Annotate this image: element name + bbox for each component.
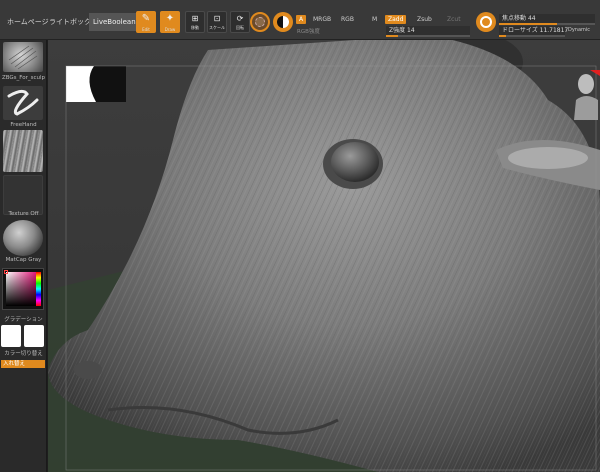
sphere-brush-button[interactable] [250,12,270,32]
gradient-label: グラデーション [4,317,43,323]
texture-thumbnail[interactable] [3,175,43,215]
top-toolbar: ホームページ ライトボックス LiveBoolean ✎ Edit ✦ Draw… [0,0,600,40]
tab-liveboolean[interactable]: LiveBoolean [89,13,140,31]
focal-shift-fill [499,23,557,25]
color-switch-label[interactable]: カラー切り替え [0,349,47,357]
draw-size-fill [499,35,506,37]
zadd-toggle[interactable]: Zadd [385,15,407,24]
hue-strip[interactable] [36,272,41,306]
color-saturation-square[interactable] [6,272,36,306]
z-intensity-slider[interactable]: Z強度 14 [386,26,470,37]
focal-shift-slider[interactable]: 焦点移動 44 [499,14,595,25]
swap-button[interactable]: 入れ替え [1,360,45,368]
color-cursor [4,270,8,274]
edit-button[interactable]: ✎ Edit [136,11,156,33]
target-icon [480,16,492,28]
canvas-viewport[interactable] [48,40,600,472]
rotate-button[interactable]: ⟳ 回転 [230,11,250,33]
draw-button[interactable]: ✦ Draw [160,11,180,33]
m-toggle[interactable]: M [369,15,380,24]
edit-pencil-icon: ✎ [141,13,151,24]
mrgb-toggle[interactable]: MRGB [310,15,334,24]
draw-size-slider[interactable]: ドローサイズ 11.71817 [499,26,568,37]
dynamic-toggle[interactable]: Dynamic [568,27,590,33]
secondary-color-swatch[interactable] [24,325,44,347]
primary-color-swatch[interactable] [1,325,21,347]
rgb-intensity-slider[interactable]: RGB強度 [297,27,320,35]
material-label: MatCap Gray [5,257,42,263]
yin-yang-icon [277,16,289,28]
scale-button[interactable]: ⊡ スケール [207,11,227,33]
rotate-icon: ⟳ [236,14,244,23]
sphere-icon [255,17,265,27]
alpha-thumbnail[interactable] [3,130,43,172]
rgb-toggle[interactable]: RGB [338,15,357,24]
left-tray: ZBGs_For_sculp FreeHand Texture Off MatC… [0,40,47,472]
texture-label: Texture Off [8,211,39,217]
zsub-toggle[interactable]: Zsub [414,15,435,24]
color-picker[interactable] [2,268,44,310]
scale-icon: ⊡ [213,14,221,23]
a-toggle[interactable]: A [296,15,307,24]
zcut-toggle[interactable]: Zcut [444,15,464,24]
move-button[interactable]: ⊞ 移動 [185,11,205,33]
z-intensity-fill [386,35,398,37]
brush-thumbnail[interactable] [3,42,43,72]
brush-hatch-icon [8,45,38,70]
sculpt-model [48,40,600,472]
freehand-stroke-icon [7,89,39,116]
brush-label: ZBGs_For_sculp [1,75,46,81]
material-thumbnail[interactable] [3,220,43,256]
gizmo-icon[interactable] [570,68,600,120]
stroke-thumbnail[interactable] [3,86,43,120]
gradient-toggle-button[interactable] [273,12,293,32]
draw-icon: ✦ [165,13,175,24]
stroke-label: FreeHand [10,122,37,128]
move-icon: ⊞ [191,14,199,23]
focal-target-button[interactable] [476,12,496,32]
